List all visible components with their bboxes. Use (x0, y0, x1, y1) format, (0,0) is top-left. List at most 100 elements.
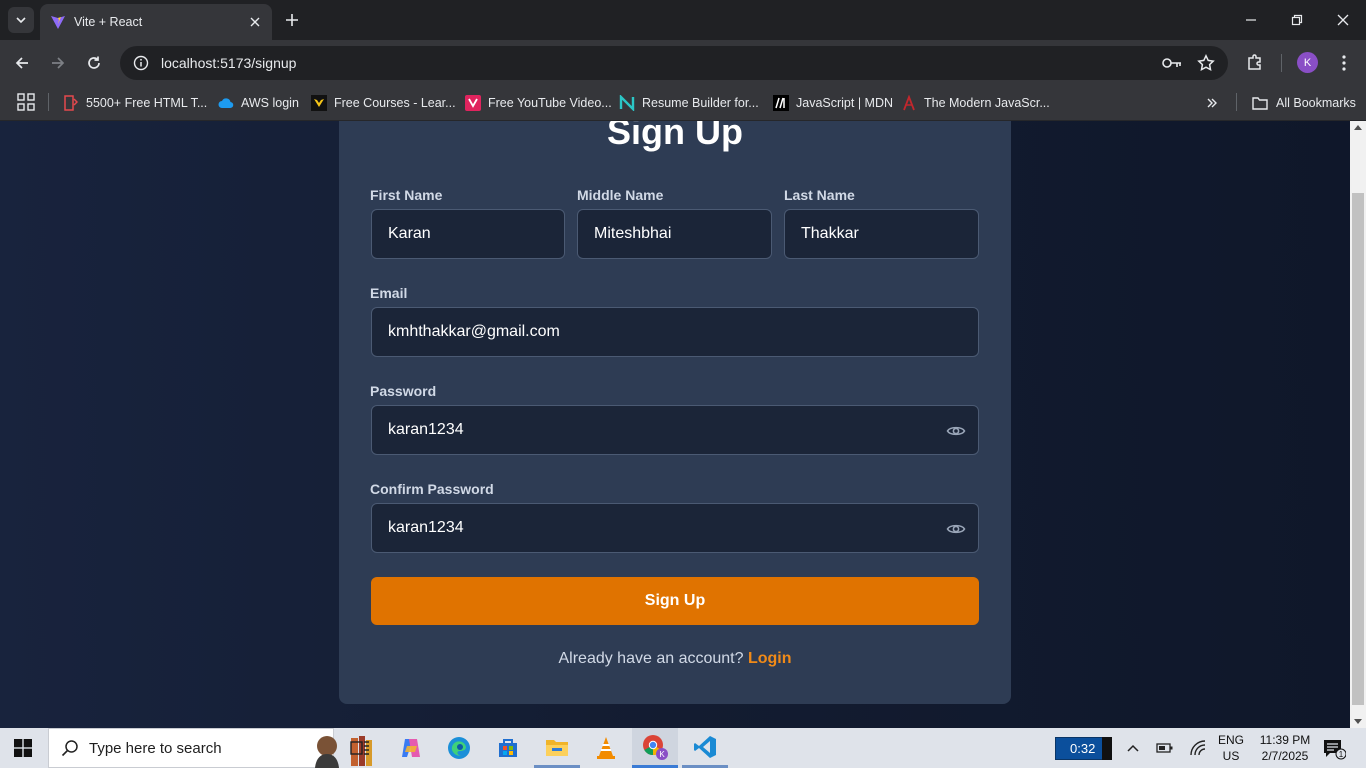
windows-taskbar: Type here to search K 0:32 ENG US 11:39 … (0, 728, 1366, 768)
bookmark-item[interactable]: The Modern JavaScr... (901, 91, 1050, 115)
back-button[interactable] (9, 50, 35, 76)
timer-value: 0:32 (1070, 741, 1096, 756)
courses-icon (311, 95, 327, 111)
site-info-icon[interactable] (132, 54, 150, 72)
chrome-button[interactable]: K (632, 728, 678, 768)
chrome-icon: K (643, 734, 668, 760)
bookmark-label: Free YouTube Video... (488, 96, 612, 110)
arrow-right-icon (52, 57, 65, 69)
battery-status[interactable] (1155, 738, 1175, 758)
bookmark-item[interactable]: 5500+ Free HTML T... (63, 91, 207, 115)
eye-icon[interactable] (946, 421, 966, 441)
task-view-icon (350, 741, 369, 755)
bookmark-label: AWS login (241, 96, 299, 110)
middle-name-value: Miteshbhai (594, 225, 672, 242)
task-view-button[interactable] (337, 728, 383, 768)
bookmark-item[interactable]: Free Courses - Lear... (311, 91, 456, 115)
timer-widget[interactable]: 0:32 (1055, 737, 1112, 760)
vscode-button[interactable] (682, 728, 728, 768)
minimize-button[interactable] (1228, 0, 1274, 40)
notification-count: 1 (1339, 750, 1344, 759)
close-window-button[interactable] (1320, 0, 1366, 40)
confirm-password-label: Confirm Password (370, 481, 494, 497)
vlc-button[interactable] (583, 728, 629, 768)
password-value: karan1234 (388, 421, 464, 438)
chevron-down-icon (16, 17, 26, 24)
email-field[interactable]: kmhthakkar@gmail.com (371, 307, 979, 357)
folder-icon (1252, 97, 1268, 110)
browser-tab[interactable]: Vite + React (40, 4, 272, 40)
last-name-field[interactable]: Thakkar (784, 209, 979, 259)
edge-browser-button[interactable] (436, 728, 482, 768)
tab-search-button[interactable] (8, 7, 34, 33)
network-status[interactable] (1188, 738, 1208, 758)
file-explorer-button[interactable] (534, 728, 580, 768)
copilot-icon (402, 739, 420, 757)
login-link[interactable]: Login (748, 650, 792, 667)
url-text[interactable]: localhost:5173/signup (161, 55, 296, 71)
signup-button[interactable]: Sign Up (371, 577, 979, 625)
bookmark-label: JavaScript | MDN (796, 96, 894, 110)
microsoft-store-button[interactable] (485, 728, 531, 768)
notification-center-icon[interactable]: 1 (1322, 738, 1346, 760)
bookmark-star-icon[interactable] (1196, 53, 1216, 73)
video-icon (465, 95, 481, 111)
restore-button[interactable] (1274, 0, 1320, 40)
confirm-password-field[interactable]: karan1234 (371, 503, 979, 553)
first-name-value: Karan (388, 225, 431, 242)
address-bar[interactable]: localhost:5173/signup (120, 46, 1228, 80)
bookmark-item[interactable]: Resume Builder for... (619, 91, 759, 115)
close-icon (1337, 14, 1349, 26)
forward-button[interactable] (45, 50, 71, 76)
scrollbar-thumb[interactable] (1352, 193, 1364, 705)
profile-avatar[interactable]: K (1297, 52, 1318, 73)
windows-start-icon[interactable] (14, 739, 32, 757)
bookmark-label: The Modern JavaScr... (924, 96, 1050, 110)
apps-grid-icon[interactable] (17, 93, 35, 111)
new-tab-button[interactable] (282, 10, 302, 30)
search-icon (61, 740, 78, 757)
html-template-icon (63, 95, 79, 111)
first-name-field[interactable]: Karan (371, 209, 565, 259)
plus-icon (286, 14, 298, 26)
email-label: Email (370, 285, 408, 301)
language-code: ENG (1217, 733, 1244, 747)
show-hidden-icons-button[interactable] (1123, 738, 1143, 758)
eye-icon[interactable] (946, 519, 966, 539)
bookmarks-bar: 5500+ Free HTML T... AWS login Free Cour… (0, 85, 1366, 121)
bookmarks-divider (1236, 93, 1237, 111)
confirm-password-value: karan1234 (388, 519, 464, 536)
system-clock[interactable]: 11:39 PM 2/7/2025 (1254, 732, 1316, 764)
bookmark-item[interactable]: Free YouTube Video... (465, 91, 612, 115)
copilot-button[interactable] (388, 728, 434, 768)
reload-button[interactable] (81, 50, 107, 76)
vscode-icon (694, 735, 716, 758)
all-bookmarks-button[interactable]: All Bookmarks (1252, 91, 1356, 115)
input-language[interactable]: ENG US (1214, 732, 1248, 764)
taskbar-search-box[interactable]: Type here to search (48, 728, 372, 768)
browser-tab-bar: Vite + React (0, 0, 1366, 40)
minimize-icon (1246, 19, 1256, 21)
page-scrollbar[interactable] (1350, 121, 1366, 728)
password-key-icon[interactable] (1162, 53, 1182, 73)
more-bookmarks-button[interactable] (1202, 93, 1222, 113)
vlc-cone-icon (597, 737, 615, 759)
store-icon (499, 739, 517, 757)
browser-menu-button[interactable] (1334, 52, 1354, 74)
scroll-up-arrow-icon[interactable] (1354, 125, 1362, 130)
svg-text:K: K (659, 750, 665, 759)
extensions-button[interactable] (1244, 50, 1266, 74)
bookmark-item[interactable]: AWS login (218, 91, 299, 115)
chevron-up-icon (1127, 744, 1139, 752)
scroll-down-arrow-icon[interactable] (1354, 719, 1362, 724)
password-label: Password (370, 383, 437, 399)
bookmark-item[interactable]: JavaScript | MDN (773, 91, 893, 115)
page-title: Sign Up (607, 121, 743, 152)
middle-name-field[interactable]: Miteshbhai (577, 209, 772, 259)
tab-close-button[interactable] (246, 13, 264, 31)
all-bookmarks-label: All Bookmarks (1276, 96, 1356, 110)
toolbar-divider (1281, 54, 1282, 72)
edge-icon (448, 737, 470, 759)
password-field[interactable]: karan1234 (371, 405, 979, 455)
first-name-label: First Name (370, 187, 443, 203)
